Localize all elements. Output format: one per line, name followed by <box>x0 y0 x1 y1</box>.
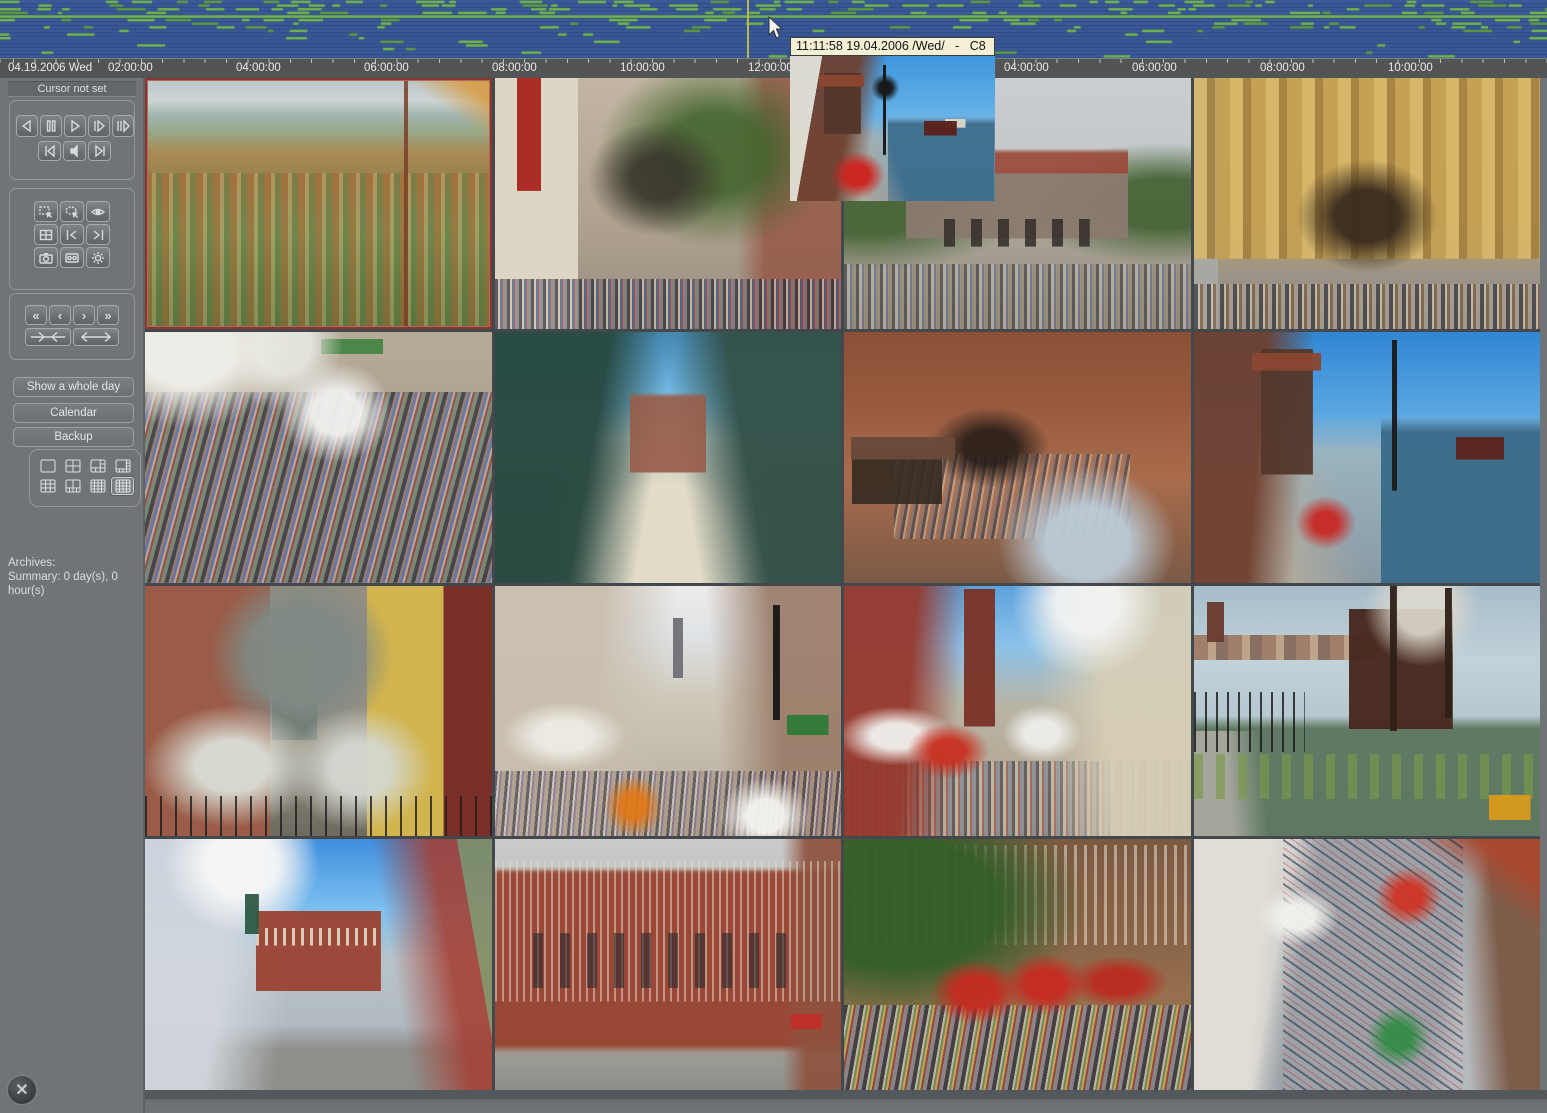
sidebar: Cursor not set «‹›» Show a whole day Cal… <box>0 78 145 1113</box>
layout-option-6[interactable] <box>87 458 108 474</box>
back-button[interactable]: ‹ <box>49 305 71 325</box>
audio-button[interactable] <box>63 141 86 161</box>
ruler-time-label: 06:00:00 <box>364 62 409 74</box>
step-play-button[interactable] <box>88 115 110 137</box>
backup-button[interactable]: Backup <box>13 427 134 447</box>
layout-option-16[interactable] <box>112 478 133 494</box>
timeline-cursor-line[interactable] <box>747 0 749 58</box>
camera-cell-C11[interactable] <box>844 586 1191 837</box>
collapse-range-button[interactable] <box>25 328 71 346</box>
play-reverse-button[interactable] <box>16 115 38 137</box>
camera-cell-C4[interactable] <box>1194 78 1541 329</box>
navigation-group: «‹›» <box>9 293 135 360</box>
camera-cell-C6[interactable] <box>495 332 842 583</box>
lasso-select-button[interactable] <box>60 201 84 222</box>
ruler-time-label: 12:00:00 <box>748 62 793 74</box>
pause-button[interactable] <box>40 115 62 137</box>
timeline-tooltip: 11:11:58 19.04.2006 /Wed/ - C8 <box>790 37 995 56</box>
close-button[interactable]: ✕ <box>8 1076 36 1104</box>
camera-cell-C13[interactable] <box>145 839 492 1090</box>
jump-start-button[interactable] <box>38 141 61 161</box>
layout-option-4[interactable] <box>62 458 83 474</box>
ruler-time-label: 04:00:00 <box>1004 62 1049 74</box>
camera-cell-C14[interactable] <box>495 839 842 1090</box>
ruler-time-label: 08:00:00 <box>1260 62 1305 74</box>
show-whole-day-button[interactable]: Show a whole day <box>13 377 134 397</box>
layout-option-1[interactable] <box>37 458 58 474</box>
snapshot-button[interactable] <box>34 247 58 268</box>
fast-back-button[interactable]: « <box>25 305 47 325</box>
camera-cell-C12[interactable] <box>1194 586 1541 837</box>
tools-group <box>9 188 135 290</box>
jump-end-button[interactable] <box>88 141 111 161</box>
bottom-bar <box>0 1090 1547 1113</box>
camera-cell-C9[interactable] <box>145 586 492 837</box>
frame-preview-thumbnail <box>790 56 995 201</box>
ruler-date-label: 04.19.2006 Wed <box>8 62 92 74</box>
camera-cell-C10[interactable] <box>495 586 842 837</box>
ruler-time-label: 10:00:00 <box>1388 62 1433 74</box>
playback-controls-group <box>9 100 135 180</box>
camera-cell-C16[interactable] <box>1194 839 1541 1090</box>
expand-range-button[interactable] <box>73 328 119 346</box>
ruler-time-label: 08:00:00 <box>492 62 537 74</box>
ruler-time-label: 10:00:00 <box>620 62 665 74</box>
layout-selector-group <box>29 449 141 507</box>
eye-button[interactable] <box>86 201 110 222</box>
layout-option-10[interactable] <box>62 478 83 494</box>
ruler-time-label: 04:00:00 <box>236 62 281 74</box>
grid-view-button[interactable] <box>34 224 58 245</box>
archives-summary: Archives: Summary: 0 day(s), 0 hour(s) <box>8 556 140 598</box>
export-tape-button[interactable] <box>60 247 84 268</box>
camera-cell-C8[interactable] <box>1194 332 1541 583</box>
fast-forward-button[interactable]: » <box>97 305 119 325</box>
play-button[interactable] <box>64 115 86 137</box>
ruler-time-label: 06:00:00 <box>1132 62 1177 74</box>
camera-grid <box>145 78 1540 1090</box>
ruler-time-label: 02:00:00 <box>108 62 153 74</box>
calendar-button[interactable]: Calendar <box>13 403 134 423</box>
layout-option-13[interactable] <box>87 478 108 494</box>
mark-in-button[interactable] <box>60 224 84 245</box>
layout-option-8[interactable] <box>112 458 133 474</box>
cursor-status-label: Cursor not set <box>8 81 136 97</box>
camera-cell-C1[interactable] <box>145 78 492 329</box>
layout-option-9[interactable] <box>37 478 58 494</box>
camera-cell-C7[interactable] <box>844 332 1191 583</box>
camera-cell-C5[interactable] <box>145 332 492 583</box>
forward-button[interactable]: › <box>73 305 95 325</box>
camera-cell-C15[interactable] <box>844 839 1191 1090</box>
mark-out-button[interactable] <box>86 224 110 245</box>
fast-play-button[interactable] <box>112 115 134 137</box>
time-ruler[interactable]: 04.19.2006 Wed 02:00:00 04:00:00 06:00:00 0… <box>0 58 1547 78</box>
mouse-pointer-icon <box>768 16 785 40</box>
select-area-button[interactable] <box>34 201 58 222</box>
brightness-button[interactable] <box>86 247 110 268</box>
